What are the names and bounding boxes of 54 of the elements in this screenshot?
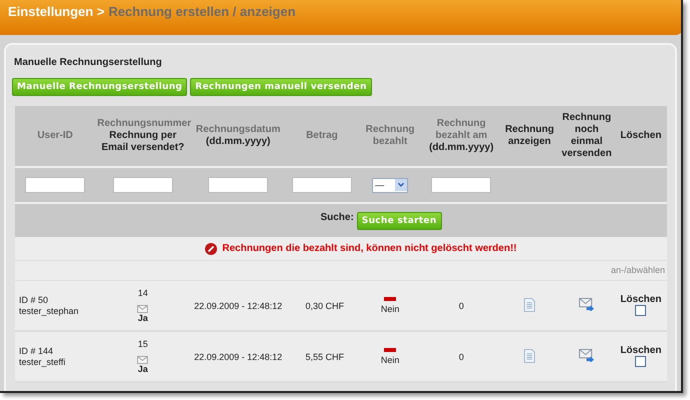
sort-link[interactable]: User-ID (17, 130, 94, 142)
delete-checkbox[interactable] (635, 304, 646, 316)
delete-label: Löschen (619, 294, 662, 304)
invoice-number: 15 (136, 338, 149, 350)
paid-status: Nein (380, 304, 400, 314)
user-id: ID # 50 (19, 294, 50, 306)
search-label: Suche: (320, 212, 354, 222)
paid-date: 0 (458, 352, 464, 362)
send-mail-icon[interactable] (579, 349, 594, 362)
column-header: Löschen (619, 130, 662, 142)
warning-message: Rechnungen die bezahlt sind, können nicht gelöscht werden!! (222, 243, 517, 254)
invoice-number: 14 (136, 288, 149, 298)
breadcrumb-current: Rechnung erstellen / anzeigen (108, 4, 296, 19)
column-header: Rechnung anzeigen (504, 124, 555, 148)
sort-link[interactable]: Rechnung bezahlt am (424, 118, 498, 142)
action-button[interactable]: Manuelle Rechnungserstellung (12, 78, 188, 96)
amount: 5,55 CHF (306, 352, 344, 362)
filter-field[interactable] (208, 177, 268, 193)
section-title: Manuelle Rechnungserstellung (14, 57, 163, 68)
delete-label: Löschen (619, 344, 662, 356)
column-subheader: (dd.mm.yyyy) (204, 136, 272, 148)
search-button[interactable]: Suche starten (356, 212, 442, 230)
toggle-all-link[interactable]: an-/abwählen (610, 265, 665, 275)
sort-link[interactable]: Rechnungsdatum (192, 124, 284, 136)
username: tester_stephan (19, 306, 80, 316)
filter-field[interactable] (292, 177, 352, 193)
action-button[interactable]: Rechnungen manuell versenden (190, 78, 372, 96)
delete-checkbox[interactable] (635, 356, 646, 366)
emailed-status: Ja (136, 364, 149, 374)
user-id: ID # 144 (19, 346, 54, 356)
invoice-date: 22.09.2009 - 12:48:12 (194, 352, 282, 362)
column-subheader: Rechnung per Email versendet? (100, 130, 186, 154)
document-icon[interactable] (524, 348, 536, 362)
paid-status: Nein (380, 354, 400, 366)
sort-link[interactable]: Rechnungsnummer (97, 118, 189, 130)
filter-field[interactable] (431, 177, 492, 193)
envelope-icon (137, 356, 148, 364)
caret-icon[interactable] (395, 179, 408, 191)
paid-dropdown[interactable]: — (372, 178, 408, 192)
document-icon[interactable] (524, 298, 536, 312)
emailed-status: Ja (136, 312, 149, 324)
column-header: Rechnung noch einmal versenden (560, 112, 613, 160)
forbidden-icon (205, 242, 218, 254)
column-subheader: (dd.mm.yyyy) (428, 142, 495, 154)
invoice-date: 22.09.2009 - 12:48:12 (194, 300, 282, 310)
filter-field[interactable] (112, 177, 173, 193)
sort-link[interactable]: Betrag (288, 130, 356, 142)
paid-date: 0 (458, 300, 464, 310)
envelope-icon (137, 304, 148, 312)
filter-field[interactable] (25, 177, 86, 193)
breadcrumb-link[interactable]: Einstellungen > (8, 4, 104, 19)
username: tester_steffi (19, 356, 66, 368)
amount: 0,30 CHF (306, 300, 344, 310)
send-mail-icon[interactable] (579, 298, 594, 311)
